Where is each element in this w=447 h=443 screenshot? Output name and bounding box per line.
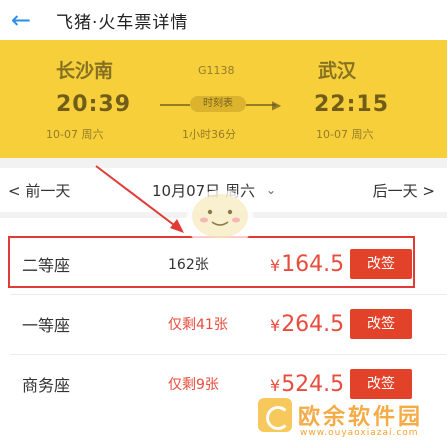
seat-price: ¥524.5: [270, 372, 344, 397]
rebook-button[interactable]: 改签: [350, 309, 412, 339]
watermark-logo-icon: [258, 398, 292, 432]
route-line-left: [160, 104, 190, 106]
back-arrow-icon[interactable]: ←: [0, 0, 42, 40]
page-title: 飞猪·火车票详情: [56, 12, 189, 33]
chevron-down-icon[interactable]: ⌄: [266, 183, 276, 197]
depart-date: 10-07 周六: [46, 128, 104, 141]
seat-row-first-class: 一等座 仅剩41张 ¥264.5 改签: [0, 294, 447, 354]
arrive-date: 10-07 周六: [316, 128, 374, 141]
watermark-text: 欧余软件园: [298, 405, 424, 430]
depart-time: 20:39: [56, 92, 132, 117]
seat-type: 一等座: [22, 316, 71, 335]
schedule-pill[interactable]: 时刻表: [190, 96, 246, 112]
seat-remaining: 仅剩41张: [168, 317, 228, 333]
to-station: 武汉: [318, 60, 357, 82]
trip-summary: 长沙南 武汉 G1138 20:39 22:15 时刻表 ▶ 10-07 周六 …: [0, 40, 447, 158]
price-value: 264.5: [281, 311, 345, 337]
seat-type: 商务座: [22, 376, 71, 395]
currency-symbol: ¥: [270, 315, 281, 335]
next-day-button[interactable]: 后一天 >: [373, 180, 435, 201]
seat-remaining: 仅剩9张: [168, 377, 219, 393]
train-number: G1138: [198, 64, 235, 77]
top-bar: ← 飞猪·火车票详情: [0, 0, 447, 41]
duration: 1小时36分: [182, 128, 236, 141]
rebook-button[interactable]: 改签: [350, 369, 412, 399]
price-value: 524.5: [281, 371, 345, 397]
watermark-url: www.ouyaoxiazai.com: [300, 428, 419, 438]
mascot-watermark-icon: [186, 190, 254, 250]
seat-price: ¥264.5: [270, 312, 344, 337]
prev-day-button[interactable]: < 前一天: [8, 180, 70, 201]
from-station: 长沙南: [56, 60, 114, 82]
route-arrow-icon: ▶: [272, 98, 282, 112]
currency-symbol: ¥: [270, 375, 281, 395]
arrive-time: 22:15: [314, 92, 390, 117]
